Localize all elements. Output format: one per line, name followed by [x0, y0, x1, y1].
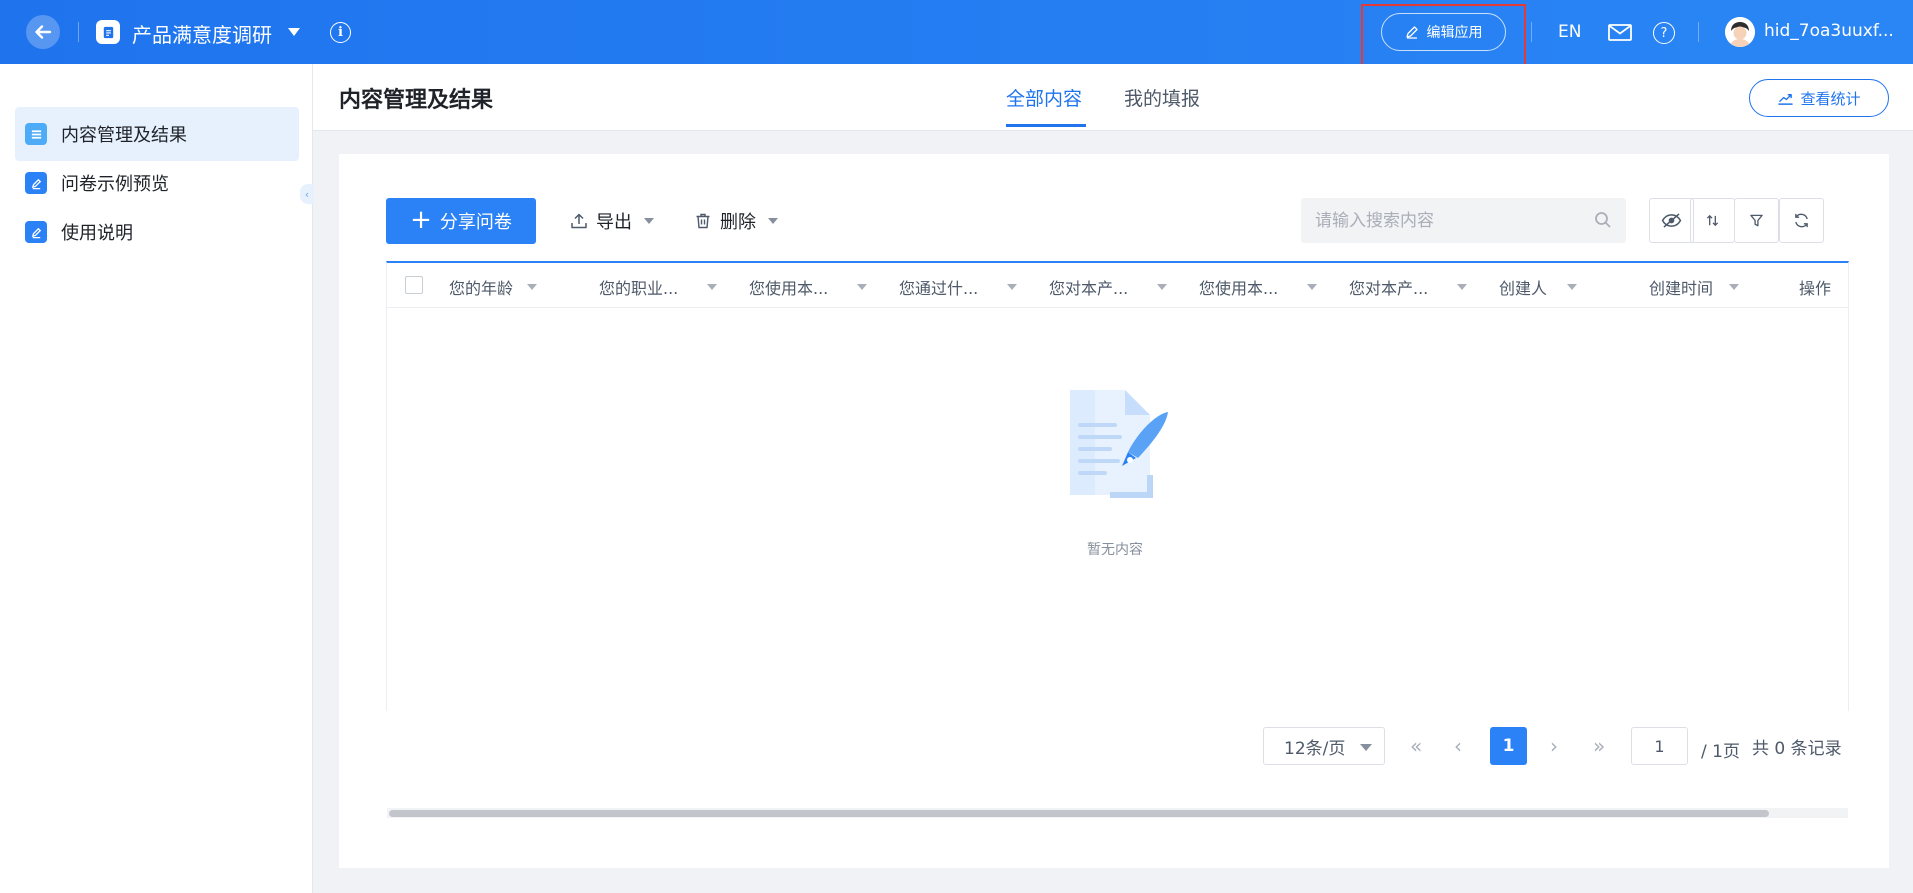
select-all-checkbox[interactable]	[405, 276, 423, 294]
export-button[interactable]: 导出	[570, 208, 654, 234]
content-header: 内容管理及结果 全部内容 我的填报 查看统计	[313, 64, 1913, 131]
page-size-select[interactable]: 12条/页	[1263, 727, 1385, 765]
chevron-down-icon	[1360, 744, 1372, 751]
search-box	[1301, 198, 1626, 243]
column-header: 操作	[1799, 279, 1832, 298]
mail-icon[interactable]	[1608, 24, 1632, 41]
toggle-visibility-button[interactable]	[1649, 198, 1694, 243]
column-header[interactable]: 您的职业...	[599, 275, 678, 299]
sidebar-item-label: 问卷示例预览	[61, 174, 169, 195]
sidebar-collapse-handle[interactable]: ‹	[300, 184, 314, 204]
delete-button[interactable]: 删除	[694, 208, 778, 234]
app-title[interactable]: 产品满意度调研	[132, 19, 272, 48]
column-header[interactable]: 创建时间	[1649, 275, 1713, 299]
top-bar: 产品满意度调研 i 编辑应用 EN ? hid_7oa3uuxf...	[0, 0, 1913, 72]
edit-icon	[25, 172, 47, 194]
column-header[interactable]: 您通过什...	[899, 275, 978, 299]
sidebar: 内容管理及结果 问卷示例预览 使用说明 ‹	[0, 64, 314, 893]
sidebar-item-label: 使用说明	[61, 223, 133, 244]
table-header: 您的年龄 您的职业... 您使用本... 您通过什... 您对本产... 您使用…	[387, 263, 1848, 308]
search-input[interactable]	[1315, 210, 1585, 231]
username[interactable]: hid_7oa3uuxf...	[1764, 21, 1894, 41]
app-switch-caret-icon[interactable]	[288, 28, 300, 36]
page-title: 内容管理及结果	[339, 88, 494, 113]
sidebar-item-content-management[interactable]: 内容管理及结果	[15, 107, 299, 161]
edit-icon	[25, 221, 47, 243]
chevron-down-icon	[644, 218, 654, 224]
delete-label: 删除	[720, 212, 756, 233]
form-app-icon	[96, 20, 120, 44]
eye-off-icon	[1661, 213, 1682, 228]
column-header[interactable]: 您对本产...	[1049, 275, 1128, 299]
active-tab-indicator	[1006, 124, 1086, 127]
horizontal-scrollbar[interactable]	[387, 808, 1848, 818]
info-icon[interactable]: i	[330, 22, 351, 43]
page-size-value: 12条/页	[1284, 738, 1346, 759]
page-jump-input[interactable]	[1631, 727, 1688, 765]
sort-button[interactable]	[1690, 198, 1735, 243]
trash-icon	[696, 213, 710, 229]
data-table: 您的年龄 您的职业... 您使用本... 您通过什... 您对本产... 您使用…	[386, 261, 1849, 818]
sidebar-item-sample-preview[interactable]: 问卷示例预览	[15, 156, 299, 210]
share-survey-button[interactable]: + 分享问卷	[386, 198, 536, 244]
chevron-down-icon[interactable]	[1729, 284, 1739, 290]
help-icon[interactable]: ?	[1653, 22, 1675, 44]
column-header[interactable]: 创建人	[1499, 275, 1547, 299]
chevron-down-icon	[768, 218, 778, 224]
prev-page-icon[interactable]: ‹	[1454, 734, 1462, 758]
upload-icon	[571, 213, 587, 229]
refresh-button[interactable]	[1779, 198, 1824, 243]
column-header[interactable]: 您使用本...	[1199, 275, 1278, 299]
total-pages-text: / 1页	[1701, 742, 1740, 762]
plus-icon: +	[410, 204, 432, 235]
column-header[interactable]: 您对本产...	[1349, 275, 1428, 299]
last-page-icon[interactable]: »	[1593, 734, 1605, 758]
empty-document-illustration-icon	[1070, 390, 1168, 498]
first-page-icon[interactable]: «	[1410, 734, 1422, 758]
current-page-button[interactable]: 1	[1490, 727, 1527, 765]
language-toggle[interactable]: EN	[1558, 22, 1581, 42]
sidebar-item-instructions[interactable]: 使用说明	[15, 205, 299, 259]
edit-app-button[interactable]: 编辑应用	[1381, 13, 1506, 51]
arrow-left-icon	[35, 25, 52, 39]
chart-icon	[1778, 93, 1794, 105]
search-icon[interactable]	[1594, 211, 1612, 229]
scrollbar-thumb[interactable]	[389, 810, 1769, 817]
empty-state-text: 暂无内容	[1087, 542, 1143, 558]
share-survey-label: 分享问卷	[439, 212, 512, 233]
filter-button[interactable]	[1734, 198, 1779, 243]
chevron-down-icon[interactable]	[1007, 284, 1017, 290]
chevron-down-icon[interactable]	[1457, 284, 1467, 290]
next-page-icon[interactable]: ›	[1550, 734, 1558, 758]
divider	[78, 22, 79, 42]
view-stats-label: 查看统计	[1800, 89, 1861, 108]
chevron-down-icon[interactable]	[707, 284, 717, 290]
chevron-down-icon[interactable]	[1567, 284, 1577, 290]
avatar[interactable]	[1725, 17, 1755, 47]
chevron-down-icon[interactable]	[527, 284, 537, 290]
total-records-text: 共 0 条记录	[1752, 739, 1842, 759]
divider	[1531, 22, 1532, 42]
tab-my-submissions[interactable]: 我的填报	[1124, 84, 1200, 111]
list-icon	[25, 123, 47, 145]
edit-app-label: 编辑应用	[1426, 25, 1483, 41]
column-header[interactable]: 您的年龄	[449, 275, 513, 299]
view-stats-button[interactable]: 查看统计	[1749, 79, 1889, 117]
chevron-down-icon[interactable]	[1307, 284, 1317, 290]
filter-icon	[1750, 214, 1763, 227]
divider	[1698, 22, 1699, 42]
main-card: + 分享问卷 导出 删除 您的年龄 您的职业... 您使用本...	[339, 154, 1889, 868]
sidebar-item-label: 内容管理及结果	[61, 125, 187, 146]
column-header[interactable]: 您使用本...	[749, 275, 828, 299]
pencil-icon	[1405, 26, 1418, 39]
sort-icon	[1706, 214, 1719, 227]
refresh-icon	[1795, 213, 1808, 228]
export-label: 导出	[596, 212, 632, 233]
tab-all-content[interactable]: 全部内容	[1006, 84, 1082, 111]
chevron-down-icon[interactable]	[857, 284, 867, 290]
back-button[interactable]	[26, 15, 60, 49]
chevron-down-icon[interactable]	[1157, 284, 1167, 290]
